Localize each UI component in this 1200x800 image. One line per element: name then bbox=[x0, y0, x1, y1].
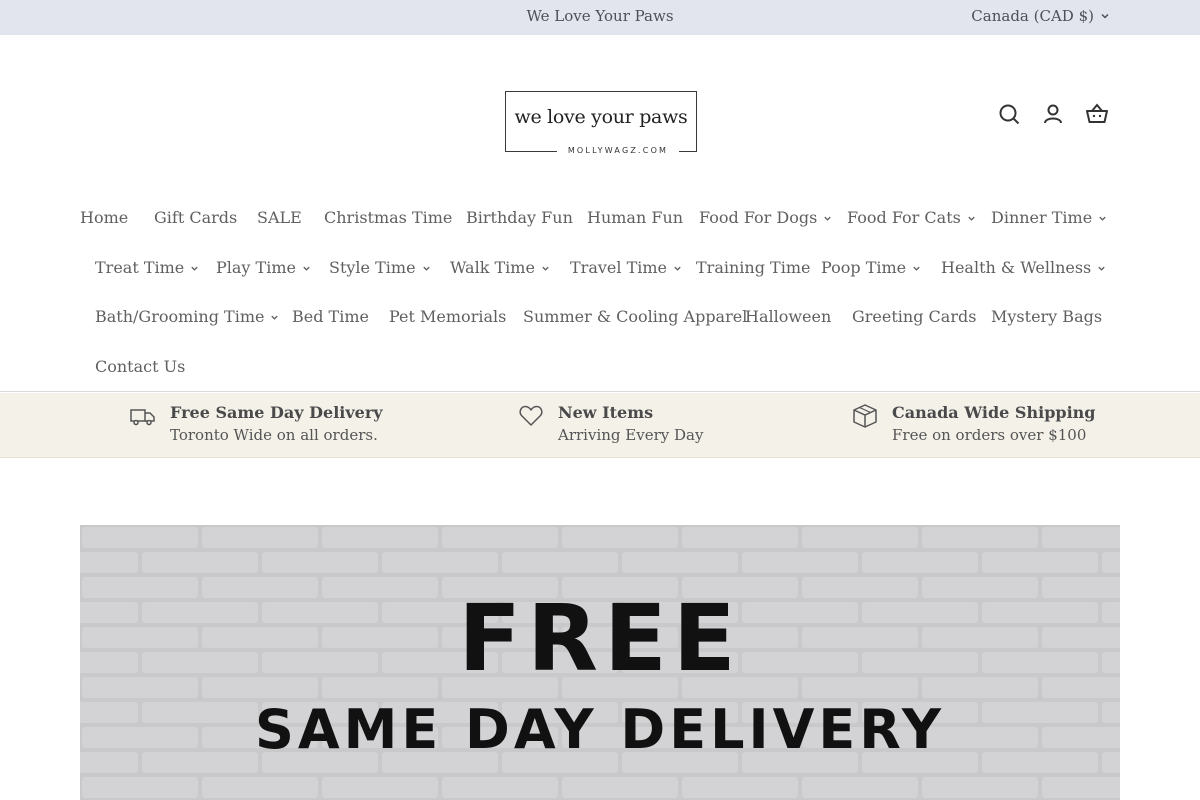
nav-item-food-for-cats[interactable]: Food For Cats bbox=[847, 208, 976, 227]
feature-subtitle: Free on orders over $100 bbox=[892, 426, 1087, 444]
announcement-bar: We Love Your Paws Canada (CAD $) bbox=[0, 0, 1200, 35]
nav-item-training-time[interactable]: Training Time bbox=[696, 258, 810, 277]
nav-label: Treat Time bbox=[95, 258, 185, 277]
nav-item-walk-time[interactable]: Walk Time bbox=[450, 258, 550, 277]
chevron-down-icon bbox=[541, 258, 550, 277]
nav-label: Health & Wellness bbox=[941, 258, 1092, 277]
search-icon[interactable] bbox=[998, 102, 1020, 126]
nav-item-contact-us[interactable]: Contact Us bbox=[95, 357, 185, 376]
nav-item-halloween[interactable]: Halloween bbox=[745, 307, 831, 326]
header-actions bbox=[998, 102, 1108, 126]
feature-strip: Free Same Day Delivery Toronto Wide on a… bbox=[0, 393, 1200, 458]
nav-item-travel-time[interactable]: Travel Time bbox=[570, 258, 682, 277]
chevron-down-icon bbox=[673, 258, 682, 277]
delivery-truck-icon bbox=[130, 403, 156, 429]
nav-item-play-time[interactable]: Play Time bbox=[216, 258, 311, 277]
chevron-down-icon bbox=[302, 258, 311, 277]
nav-item-summer-cooling-apparel[interactable]: Summer & Cooling Apparel bbox=[523, 307, 747, 326]
nav-label: Halloween bbox=[745, 307, 832, 326]
nav-label: Bath/Grooming Time bbox=[95, 307, 265, 326]
nav-label: Home bbox=[80, 208, 129, 227]
chevron-down-icon bbox=[823, 208, 832, 227]
feature-title: Canada Wide Shipping bbox=[892, 403, 1096, 422]
chevron-down-icon bbox=[270, 307, 279, 326]
feature-title: Free Same Day Delivery bbox=[170, 403, 383, 422]
nav-label: Birthday Fun bbox=[466, 208, 573, 227]
site-logo[interactable]: we love your paws MOLLYWAGZ.COM bbox=[505, 91, 697, 160]
chevron-down-icon bbox=[1098, 208, 1107, 227]
nav-item-health-wellness[interactable]: Health & Wellness bbox=[941, 258, 1106, 277]
nav-label: Poop Time bbox=[821, 258, 907, 277]
nav-label: SALE bbox=[257, 208, 302, 227]
nav-item-bed-time[interactable]: Bed Time bbox=[292, 307, 369, 326]
nav-label: Style Time bbox=[329, 258, 416, 277]
nav-label: Greeting Cards bbox=[852, 307, 977, 326]
nav-label: Christmas Time bbox=[324, 208, 453, 227]
chevron-down-icon bbox=[967, 208, 976, 227]
nav-label: Training Time bbox=[696, 258, 811, 277]
nav-label: Travel Time bbox=[570, 258, 667, 277]
nav-label: Dinner Time bbox=[991, 208, 1093, 227]
nav-label: Contact Us bbox=[95, 357, 186, 376]
chevron-down-icon bbox=[1100, 7, 1110, 25]
feature-subtitle: Toronto Wide on all orders. bbox=[170, 426, 378, 444]
nav-label: Mystery Bags bbox=[991, 307, 1103, 326]
feature-title: New Items bbox=[558, 403, 654, 422]
nav-item-christmas-time[interactable]: Christmas Time bbox=[324, 208, 452, 227]
nav-label: Play Time bbox=[216, 258, 296, 277]
nav-item-greeting-cards[interactable]: Greeting Cards bbox=[852, 307, 976, 326]
nav-item-food-for-dogs[interactable]: Food For Dogs bbox=[699, 208, 832, 227]
nav-item-bath-grooming-time[interactable]: Bath/Grooming Time bbox=[95, 307, 279, 326]
logo-text: we love your paws bbox=[514, 106, 688, 128]
currency-selector[interactable]: Canada (CAD $) bbox=[971, 7, 1110, 25]
nav-item-sale[interactable]: SALE bbox=[257, 208, 302, 227]
nav-item-style-time[interactable]: Style Time bbox=[329, 258, 431, 277]
nav-label: Walk Time bbox=[450, 258, 535, 277]
logo-subtext: MOLLYWAGZ.COM bbox=[557, 144, 679, 160]
nav-label: Food For Cats bbox=[847, 208, 961, 227]
chevron-down-icon bbox=[1097, 258, 1106, 277]
hero-banner[interactable]: FREE SAME DAY DELIVERY bbox=[80, 525, 1120, 800]
nav-label: Bed Time bbox=[292, 307, 369, 326]
nav-label: Pet Memorials bbox=[389, 307, 507, 326]
nav-item-poop-time[interactable]: Poop Time bbox=[821, 258, 921, 277]
box-icon bbox=[852, 403, 878, 429]
feature-new-items: New Items Arriving Every Day bbox=[518, 393, 738, 458]
chevron-down-icon bbox=[190, 258, 199, 277]
nav-item-birthday-fun[interactable]: Birthday Fun bbox=[466, 208, 573, 227]
account-icon[interactable] bbox=[1042, 102, 1064, 126]
nav-label: Human Fun bbox=[587, 208, 684, 227]
chevron-down-icon bbox=[912, 258, 921, 277]
nav-item-dinner-time[interactable]: Dinner Time bbox=[991, 208, 1107, 227]
nav-item-human-fun[interactable]: Human Fun bbox=[587, 208, 683, 227]
nav-label: Food For Dogs bbox=[699, 208, 818, 227]
hero-subheading: SAME DAY DELIVERY bbox=[254, 698, 946, 761]
nav-item-mystery-bags[interactable]: Mystery Bags bbox=[991, 307, 1102, 326]
cart-icon[interactable] bbox=[1086, 102, 1108, 126]
heart-icon bbox=[518, 403, 544, 429]
nav-item-treat-time[interactable]: Treat Time bbox=[95, 258, 199, 277]
currency-label: Canada (CAD $) bbox=[971, 7, 1094, 25]
nav-item-pet-memorials[interactable]: Pet Memorials bbox=[389, 307, 506, 326]
chevron-down-icon bbox=[422, 258, 431, 277]
main-navigation: Home Gift Cards SALE Christmas Time Birt… bbox=[0, 190, 1200, 392]
feature-subtitle: Arriving Every Day bbox=[558, 426, 704, 444]
nav-label: Summer & Cooling Apparel bbox=[523, 307, 748, 326]
nav-item-gift-cards[interactable]: Gift Cards bbox=[154, 208, 237, 227]
nav-item-home[interactable]: Home bbox=[80, 208, 128, 227]
nav-label: Gift Cards bbox=[154, 208, 238, 227]
hero-heading: FREE bbox=[458, 585, 742, 692]
feature-same-day-delivery: Free Same Day Delivery Toronto Wide on a… bbox=[130, 393, 390, 458]
feature-canada-shipping: Canada Wide Shipping Free on orders over… bbox=[852, 393, 1112, 458]
